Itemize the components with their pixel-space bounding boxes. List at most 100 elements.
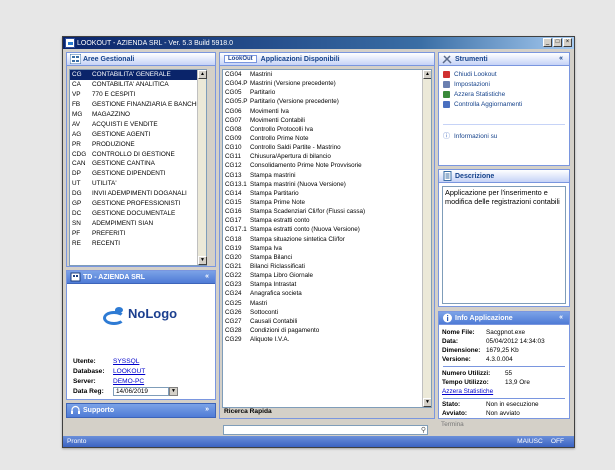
app-item[interactable]: CG18 Stampa situazione sintetica Cli/for (223, 235, 431, 244)
maximize-button[interactable]: □ (553, 38, 562, 47)
app-item[interactable]: CG08 Controllo Protocolli Iva (223, 125, 431, 134)
aree-item[interactable]: DP GESTIONE DIPENDENTI (70, 169, 206, 179)
azzera-link[interactable]: Azzera Statistiche (442, 388, 493, 395)
strumenti-item[interactable]: Impostazioni (439, 79, 569, 89)
app-code: CG17 (225, 217, 242, 225)
aree-item[interactable]: AV ACQUISTI E VENDITE (70, 119, 206, 129)
app-item[interactable]: CG19 Stampa Iva (223, 244, 431, 253)
apps-scrollbar[interactable]: ▲ ▼ (422, 70, 431, 407)
aree-item[interactable]: FB GESTIONE FINANZIARIA E BANCHE (70, 100, 206, 110)
app-item[interactable]: CG26 Sottoconti (223, 308, 431, 317)
supporto-panel[interactable]: Supporto » (66, 403, 216, 418)
app-item[interactable]: CG10 Controllo Saldi Partite - Mastrino (223, 143, 431, 152)
app-item[interactable]: CG16 Stampa Scadenziari Cli/for (Flussi c… (223, 207, 431, 216)
main-window: LOOKOUT - AZIENDA SRL - Ver. 5.3 Build 5… (62, 36, 575, 448)
aree-item[interactable]: SN ADEMPIMENTI SIAN (70, 218, 206, 228)
database-link[interactable]: LOOKOUT (113, 368, 145, 375)
app-item[interactable]: CG13.1 Stampa mastrini (Nuova Versione) (223, 180, 431, 189)
descrizione-header: Descrizione (439, 170, 569, 183)
app-item[interactable]: CG09 Controllo Prime Note (223, 134, 431, 143)
scroll-up-icon[interactable]: ▲ (423, 70, 431, 79)
scroll-down-icon[interactable]: ▼ (198, 256, 207, 265)
title-bar[interactable]: LOOKOUT - AZIENDA SRL - Ver. 5.3 Build 5… (63, 37, 574, 49)
app-item[interactable]: CG29 Aliquote I.V.A. (223, 335, 431, 344)
aree-item[interactable]: DG INVII ADEMPIMENTI DOGANALI (70, 189, 206, 199)
data-value: 05/04/2012 14:34:03 (486, 338, 545, 345)
supporto-header[interactable]: Supporto » (67, 404, 215, 417)
aree-item[interactable]: MG MAGAZZINO (70, 110, 206, 120)
aree-item[interactable]: CDG CONTROLLO DI GESTIONE (70, 149, 206, 159)
app-item[interactable]: CG17.1 Stampa estratti conto (Nuova Versi… (223, 225, 431, 234)
datareg-label: Data Reg: (73, 388, 104, 395)
app-item[interactable]: CG14 Stampa Partitario (223, 189, 431, 198)
dropdown-icon[interactable]: ▼ (169, 387, 178, 396)
aree-item[interactable]: PR PRODUZIONE (70, 139, 206, 149)
strumenti-item[interactable]: Controlla Aggiornamenti (439, 99, 569, 109)
minimize-button[interactable]: _ (543, 38, 552, 47)
app-item[interactable]: CG04.P Mastrini (Versione precedente) (223, 79, 431, 88)
aree-code: RE (72, 239, 81, 247)
collapse-icon[interactable]: « (559, 314, 563, 321)
app-item[interactable]: CG05.P Partitario (Versione precedente) (223, 97, 431, 106)
utente-link[interactable]: SYSSQL (113, 358, 139, 365)
app-item[interactable]: CG23 Stampa Intrastat (223, 280, 431, 289)
scroll-up-icon[interactable]: ▲ (198, 70, 207, 79)
aree-list[interactable]: CG CONTABILITA' GENERALE CA CONTABILITA' AN… (69, 69, 207, 266)
strumenti-item[interactable]: Azzera Statistiche (439, 89, 569, 99)
aree-scrollbar[interactable]: ▲ ▼ (197, 70, 207, 265)
app-item[interactable]: CG28 Condizioni di pagamento (223, 326, 431, 335)
aree-item[interactable]: CA CONTABILITA' ANALITICA (70, 80, 206, 90)
app-code: CG21 (225, 263, 242, 271)
aree-item[interactable]: AG GESTIONE AGENTI (70, 129, 206, 139)
aree-item[interactable]: CAN GESTIONE CANTINA (70, 159, 206, 169)
app-item[interactable]: CG11 Chiusura/Apertura di bilancio (223, 152, 431, 161)
headset-icon (71, 405, 80, 414)
app-code: CG09 (225, 135, 242, 143)
apps-list[interactable]: CG04 Mastrini CG04.P Mastrini (Versione pre… (222, 69, 432, 408)
aree-item[interactable]: CG CONTABILITA' GENERALE (70, 70, 206, 80)
app-item[interactable]: CG20 Stampa Bilanci (223, 253, 431, 262)
expand-icon[interactable]: » (205, 406, 209, 413)
strumenti-item[interactable]: Chiudi Lookout (439, 69, 569, 79)
aree-item[interactable]: RE RECENTI (70, 238, 206, 248)
collapse-icon[interactable]: « (559, 55, 563, 62)
app-item[interactable]: CG15 Stampa Prime Note (223, 198, 431, 207)
right-column: Strumenti « Chiudi Lookout Impostazioni Az… (438, 52, 570, 428)
aree-item[interactable]: VP 770 E CESPITI (70, 90, 206, 100)
app-item[interactable]: CG25 Mastri (223, 299, 431, 308)
server-link[interactable]: DEMO-PC (113, 378, 144, 385)
app-item[interactable]: CG17 Stampa estratti conto (223, 216, 431, 225)
aree-item[interactable]: DC GESTIONE DOCUMENTALE (70, 208, 206, 218)
app-item[interactable]: CG24 Anagrafica societa (223, 289, 431, 298)
app-item[interactable]: CG06 Movimenti Iva (223, 107, 431, 116)
supporto-title: Supporto (83, 407, 115, 414)
datareg-input[interactable]: 14/06/2019 (113, 387, 169, 396)
scroll-down-icon[interactable]: ▼ (423, 398, 431, 407)
company-header[interactable]: TD - AZIENDA SRL « (67, 271, 215, 284)
app-label: Mastrini (Versione precedente) (250, 80, 336, 88)
aree-item[interactable]: PF PREFERITI (70, 228, 206, 238)
aree-label: ADEMPIMENTI SIAN (92, 219, 154, 227)
aree-item[interactable]: UT UTILITA' (70, 179, 206, 189)
informazioni-link[interactable]: ⓘ Informazioni su (439, 131, 497, 141)
app-code: CG22 (225, 272, 242, 280)
grid-icon (70, 54, 81, 64)
app-item[interactable]: CG05 Partitario (223, 88, 431, 97)
app-label: Stampa situazione sintetica Cli/for (250, 235, 345, 243)
strumenti-header[interactable]: Strumenti « (439, 53, 569, 66)
close-button[interactable]: × (563, 38, 572, 47)
infoapp-header[interactable]: Info Applicazione « (439, 312, 569, 325)
collapse-icon[interactable]: « (205, 273, 209, 280)
app-item[interactable]: CG21 Bilanci Riclassificati (223, 262, 431, 271)
app-item[interactable]: CG22 Stampa Libro Giornale (223, 271, 431, 280)
aree-code: PR (72, 140, 81, 148)
app-item[interactable]: CG04 Mastrini (223, 70, 431, 79)
search-icon[interactable]: ⚲ (421, 426, 426, 434)
app-item[interactable]: CG12 Consolidamento Prime Note Provvisori… (223, 161, 431, 170)
app-item[interactable]: CG27 Causali Contabili (223, 317, 431, 326)
termina-button[interactable]: Termina (441, 421, 464, 428)
aree-item[interactable]: GP GESTIONE PROFESSIONISTI (70, 199, 206, 209)
ricerca-rapida-input[interactable]: ⚲ (223, 425, 428, 435)
app-item[interactable]: CG13 Stampa mastrini (223, 171, 431, 180)
app-item[interactable]: CG07 Movimenti Contabili (223, 116, 431, 125)
